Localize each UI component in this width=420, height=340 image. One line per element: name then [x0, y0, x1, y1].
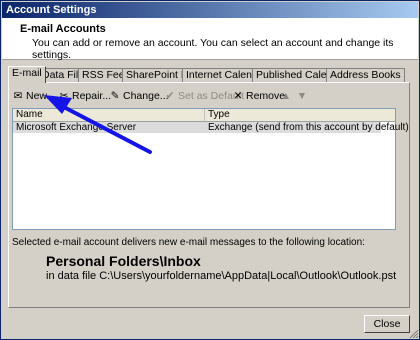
annotation-arrow-icon: [44, 95, 152, 154]
tab-email[interactable]: E-mail: [8, 66, 46, 83]
